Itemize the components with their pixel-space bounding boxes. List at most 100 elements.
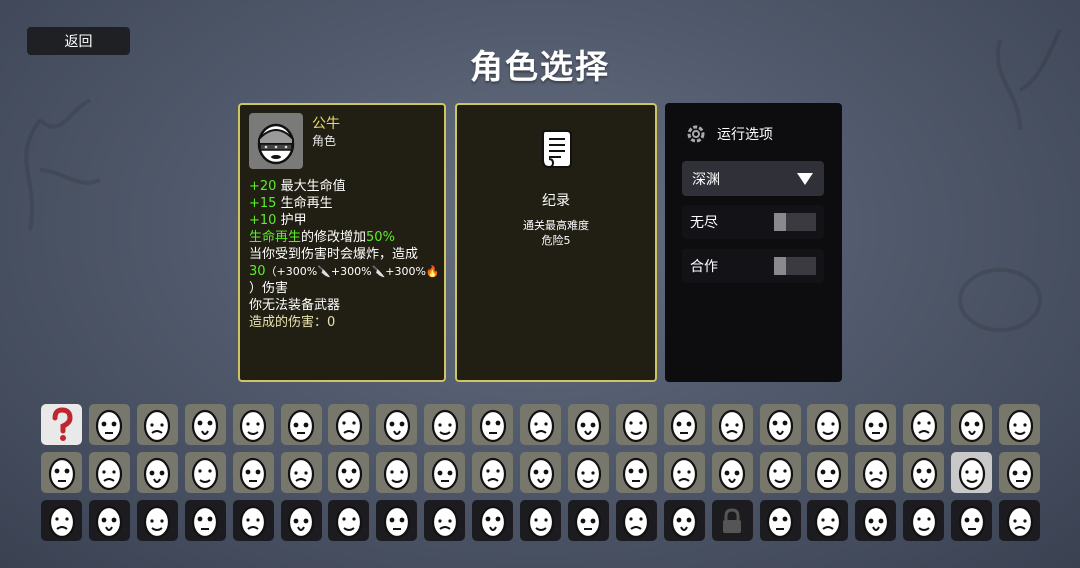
character-slot[interactable] [376,404,418,445]
character-slot[interactable] [855,452,897,493]
character-egg-icon [1006,505,1033,538]
modifier-stat: 生命再生 [249,230,302,245]
character-slot[interactable] [88,500,130,541]
toggle-knob [774,257,786,275]
character-slot[interactable] [903,452,945,493]
character-slot[interactable] [663,452,705,493]
character-slot[interactable] [41,500,82,541]
character-egg-icon [958,505,985,538]
selected-character-slot[interactable] [951,452,993,493]
character-slot[interactable] [759,404,801,445]
scroll-icon [542,130,572,169]
coop-toggle[interactable] [774,257,816,275]
character-slot[interactable] [280,452,322,493]
character-slot[interactable] [136,452,178,493]
character-slot[interactable] [663,404,705,445]
damage-base: 30 [249,264,266,279]
character-egg-icon [144,505,171,538]
bull-character-icon [257,123,295,165]
character-slot[interactable] [376,452,418,493]
character-slot[interactable] [280,500,322,541]
character-slot[interactable] [903,404,945,445]
character-slot[interactable] [184,404,226,445]
character-egg-icon [335,505,362,538]
character-slot[interactable] [951,500,993,541]
stat-label: 最大生命值 [280,179,346,194]
character-slot[interactable] [136,404,178,445]
character-slot[interactable] [232,500,274,541]
character-slot[interactable] [807,500,849,541]
character-slot[interactable] [855,404,897,445]
character-slot[interactable] [567,404,609,445]
character-slot[interactable] [280,404,322,445]
character-egg-icon [335,409,362,442]
character-slot[interactable] [807,452,849,493]
character-slot[interactable] [424,404,466,445]
character-slot[interactable] [711,404,753,445]
record-title: 纪录 [542,193,570,209]
character-slot[interactable] [328,404,370,445]
character-slot[interactable] [903,500,945,541]
character-egg-icon [671,505,698,538]
character-slot[interactable] [328,500,370,541]
character-slot[interactable] [567,500,609,541]
character-egg-icon [383,457,410,490]
character-slot[interactable] [520,452,561,493]
lock-icon [723,507,742,533]
character-slot[interactable] [136,500,178,541]
locked-character-slot[interactable] [711,500,753,541]
character-slot[interactable] [663,500,705,541]
damage-end: ）伤害 [249,281,289,296]
character-slot[interactable] [615,404,657,445]
character-egg-icon [479,505,506,538]
character-slot[interactable] [999,452,1040,493]
character-slot[interactable] [328,452,370,493]
character-egg-icon [48,505,75,538]
character-egg-icon [958,409,985,442]
character-slot[interactable] [232,404,274,445]
character-slot[interactable] [88,404,130,445]
character-slot[interactable] [855,500,897,541]
character-slot[interactable] [759,500,801,541]
character-egg-icon [623,409,650,442]
character-egg-icon [144,409,171,442]
character-slot[interactable] [424,500,466,541]
character-egg-icon [239,505,267,538]
difficulty-dropdown[interactable]: 深渊 [682,161,824,196]
character-slot[interactable] [999,500,1040,541]
character-slot[interactable] [520,500,561,541]
character-slot[interactable] [520,404,561,445]
character-egg-icon [192,505,219,538]
character-slot[interactable] [184,500,226,541]
option-label: 无尽 [690,215,718,231]
character-slot[interactable] [567,452,609,493]
stat-value: +15 [249,196,277,211]
stat-hp-regen: +15 生命再生 [249,195,438,212]
character-slot[interactable] [184,452,226,493]
character-slot[interactable] [88,452,130,493]
character-egg-icon [479,409,506,442]
character-slot[interactable] [807,404,849,445]
character-slot[interactable] [472,404,514,445]
random-character-slot[interactable] [41,404,82,445]
character-slot[interactable] [711,452,753,493]
character-slot[interactable] [472,500,514,541]
character-slot[interactable] [951,404,993,445]
character-slot[interactable] [41,452,82,493]
endless-option-row: 无尽 [682,205,824,239]
endless-toggle[interactable] [774,213,816,231]
character-slot[interactable] [759,452,801,493]
character-slot[interactable] [232,452,274,493]
character-egg-icon [527,505,554,538]
character-slot[interactable] [376,500,418,541]
background-rock-doodle [958,268,1042,332]
record-line-1: 通关最高难度 [523,219,589,232]
character-slot[interactable] [615,500,657,541]
character-egg-icon [910,505,937,538]
record-line-2: 危险5 [541,234,571,247]
character-slot[interactable] [615,452,657,493]
character-slot[interactable] [999,404,1040,445]
character-slot[interactable] [472,452,514,493]
character-slot[interactable] [424,452,466,493]
damage-scaling: （+300%🔪+300%🔪+300%🔥 [265,265,440,278]
